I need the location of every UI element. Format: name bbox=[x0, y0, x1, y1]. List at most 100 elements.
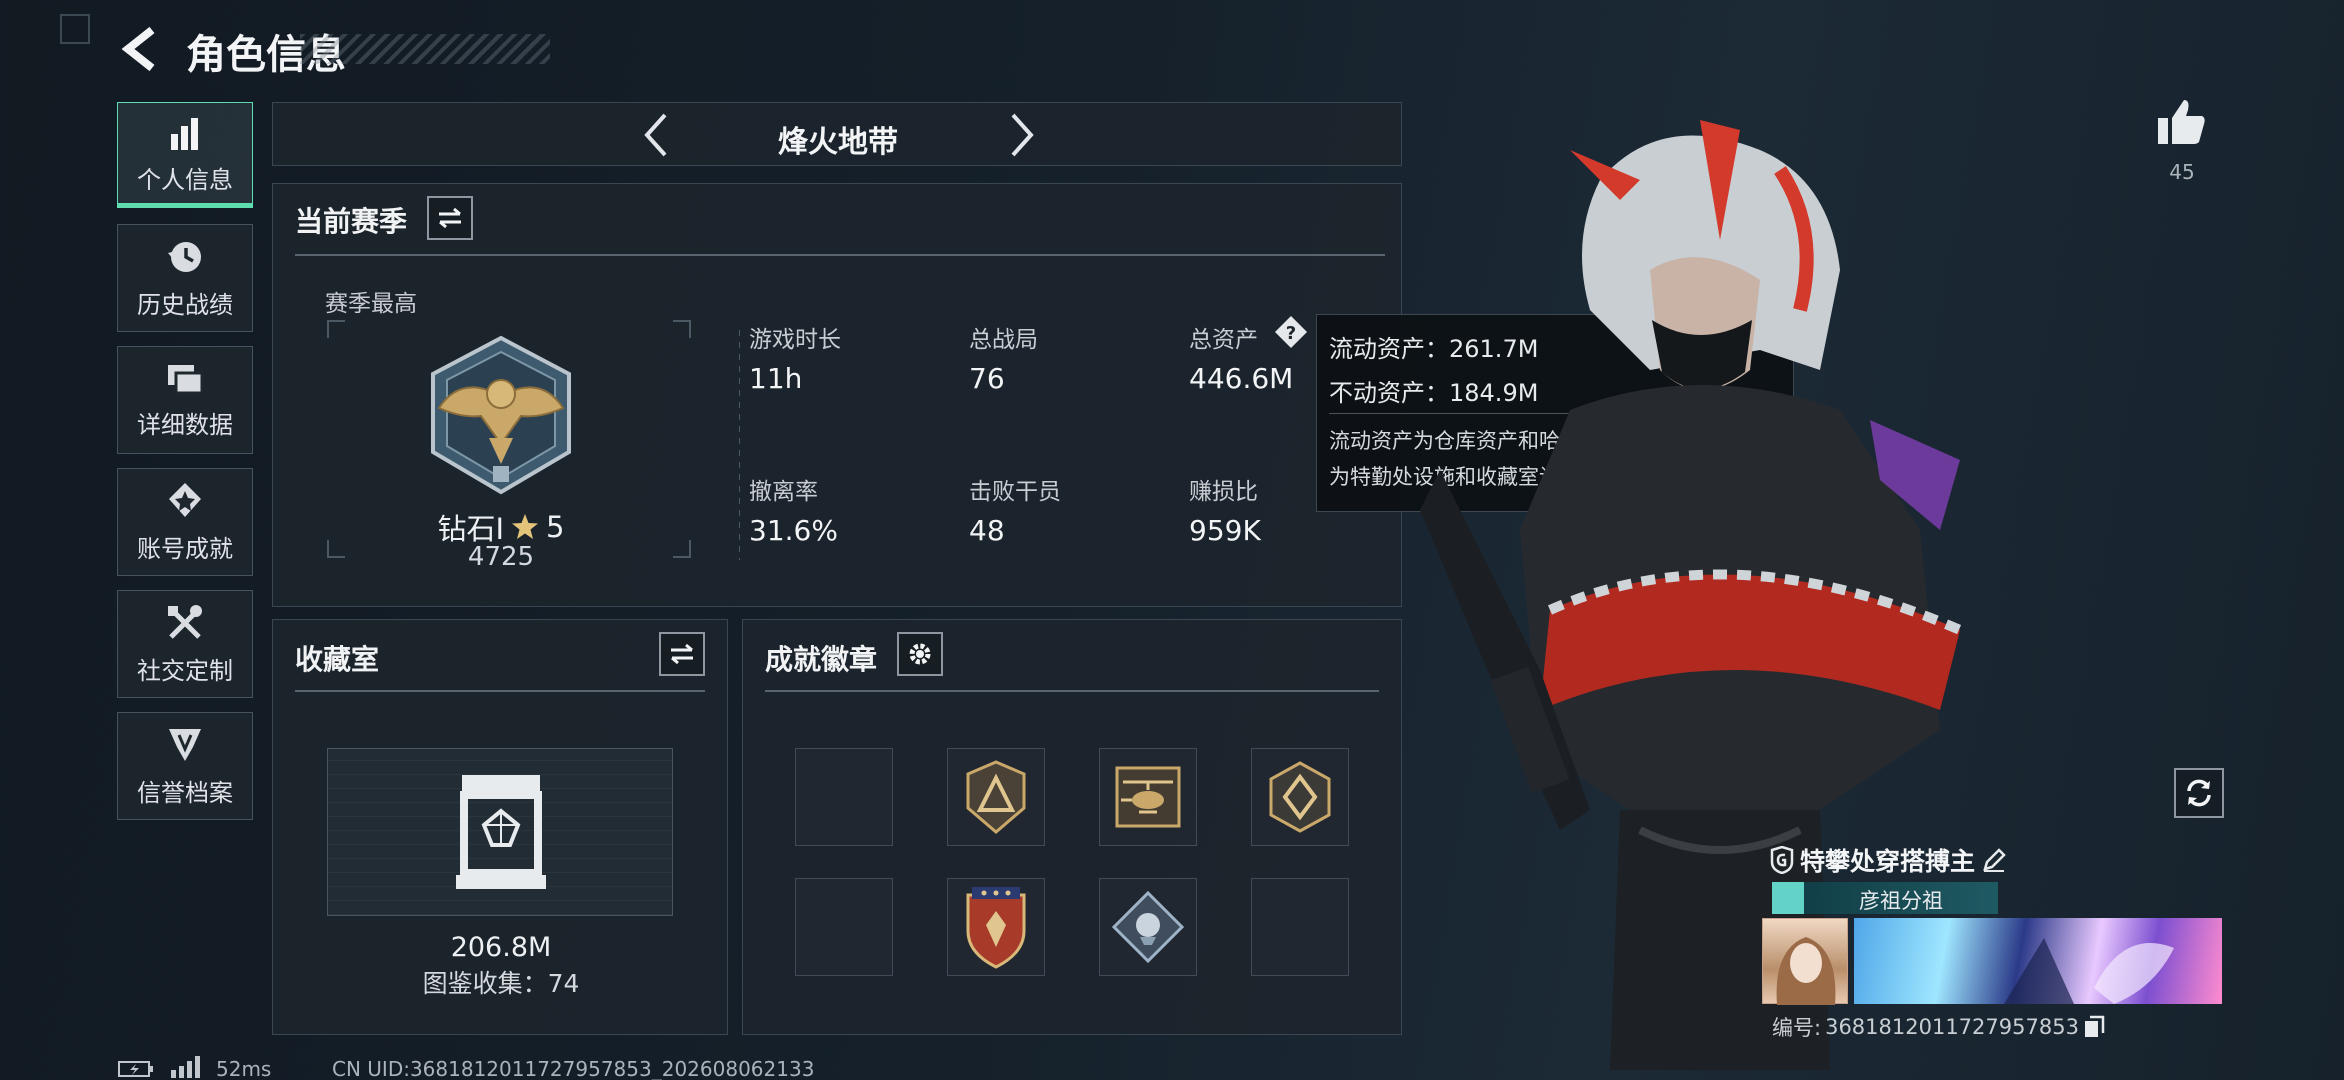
sidebar-item-label: 社交定制 bbox=[137, 656, 233, 685]
profile-title: 特攀处穿搭搏主 bbox=[1800, 847, 1976, 876]
svg-text:?: ? bbox=[1286, 323, 1296, 344]
sidebar-item-label: 信誉档案 bbox=[137, 778, 233, 807]
sidebar-item-label: 账号成就 bbox=[137, 534, 233, 563]
season-panel: 当前赛季 赛季最高 钻石Ⅰ 5 4725 游戏时长 11h 总战局 76 总资产 bbox=[272, 183, 1402, 607]
sidebar-item-label: 个人信息 bbox=[137, 165, 233, 194]
sidebar-item-history[interactable]: 历史战绩 bbox=[117, 224, 253, 332]
stat-value-operators-defeated: 48 bbox=[969, 514, 1005, 547]
sidebar-item-personal-info[interactable]: 个人信息 bbox=[117, 102, 253, 208]
stat-label-operators-defeated: 击败干员 bbox=[969, 479, 1061, 505]
frame-corner bbox=[673, 540, 691, 558]
edit-pencil-icon[interactable] bbox=[1981, 847, 2007, 873]
sidebar-item-reputation[interactable]: 信誉档案 bbox=[117, 712, 253, 820]
diamond-badge-icon bbox=[1112, 891, 1184, 963]
signal-icon bbox=[171, 1056, 200, 1078]
stat-value-profit-ratio: 959K bbox=[1189, 514, 1261, 547]
achievement-icon bbox=[169, 482, 201, 517]
profile-id-label: 编号: bbox=[1772, 1016, 1822, 1040]
hexagon-badge-icon bbox=[1269, 761, 1331, 833]
stats-divider bbox=[739, 330, 740, 560]
avatar-portrait bbox=[1776, 937, 1836, 1005]
mode-next-button[interactable] bbox=[997, 111, 1045, 159]
badges-settings-button[interactable] bbox=[897, 632, 943, 676]
badge-slot-empty[interactable] bbox=[1251, 878, 1349, 976]
triangle-badge-icon bbox=[966, 760, 1026, 834]
stat-value-playtime: 11h bbox=[749, 362, 803, 395]
stat-label-total-matches: 总战局 bbox=[969, 327, 1038, 353]
sidebar-item-social[interactable]: 社交定制 bbox=[117, 590, 253, 698]
tools-icon bbox=[168, 604, 202, 639]
season-switch-button[interactable] bbox=[427, 196, 473, 240]
ping-text: 52ms bbox=[216, 1057, 272, 1080]
corner-decoration bbox=[60, 14, 90, 44]
mode-selector: 烽火地带 bbox=[272, 102, 1402, 166]
gear-icon bbox=[909, 643, 931, 665]
season-best-label: 赛季最高 bbox=[325, 291, 417, 317]
title-badge-icon bbox=[1770, 846, 1794, 874]
sidebar-item-achievements[interactable]: 账号成就 bbox=[117, 468, 253, 576]
vault-icon bbox=[456, 775, 546, 889]
season-title: 当前赛季 bbox=[295, 205, 408, 238]
badge-slot[interactable] bbox=[1099, 878, 1197, 976]
refresh-icon bbox=[2187, 779, 2211, 807]
history-clock-icon bbox=[168, 241, 201, 272]
badge-slot[interactable] bbox=[1099, 748, 1197, 846]
badges-divider bbox=[765, 690, 1379, 692]
mode-title: 烽火地带 bbox=[778, 125, 898, 160]
uid-text: CN UID:3681812011727957853_202608062133 bbox=[332, 1057, 815, 1080]
collection-preview[interactable] bbox=[327, 748, 673, 916]
catalog-label: 图鉴收集： bbox=[422, 969, 548, 998]
help-question-icon: ? bbox=[1275, 316, 1307, 348]
profile-title-row: 特攀处穿搭搏主 bbox=[1770, 842, 2007, 878]
chevron-right-icon bbox=[1011, 113, 1034, 157]
badge-slot[interactable] bbox=[947, 748, 1045, 846]
badge-slot[interactable] bbox=[1251, 748, 1349, 846]
profile-id-value: 3681812011727957853 bbox=[1825, 1015, 2079, 1039]
banner-art bbox=[2004, 938, 2174, 1004]
profile-avatar[interactable] bbox=[1762, 918, 1848, 1005]
like-count: 45 bbox=[2169, 160, 2195, 184]
star-shield-badge-icon bbox=[966, 887, 1026, 969]
stat-value-total-assets: 446.6M bbox=[1189, 362, 1294, 395]
badge-slot-empty[interactable] bbox=[795, 878, 893, 976]
copy-icon[interactable] bbox=[2083, 1015, 2105, 1039]
data-cards-icon bbox=[168, 364, 204, 394]
stat-label-profit-ratio: 赚损比 bbox=[1189, 479, 1258, 505]
clan-emblem bbox=[1772, 882, 1804, 914]
title-hatch-decoration bbox=[300, 34, 550, 64]
badges-panel: 成就徽章 bbox=[742, 619, 1402, 1035]
frame-corner bbox=[327, 320, 345, 338]
stat-value-total-matches: 76 bbox=[969, 362, 1005, 395]
reputation-icon bbox=[169, 728, 201, 761]
stat-label-playtime: 游戏时长 bbox=[749, 327, 841, 353]
helicopter-badge-icon bbox=[1115, 766, 1181, 828]
badge-slot-empty[interactable] bbox=[795, 748, 893, 846]
back-button[interactable] bbox=[118, 24, 162, 74]
swap-arrows-icon bbox=[671, 643, 693, 665]
badge-slot[interactable] bbox=[947, 878, 1045, 976]
like-button[interactable] bbox=[2156, 96, 2208, 148]
rank-stars: 5 bbox=[546, 510, 565, 544]
season-divider bbox=[295, 254, 1385, 256]
rotate-view-button[interactable] bbox=[2174, 768, 2224, 818]
sidebar-item-detail-data[interactable]: 详细数据 bbox=[117, 346, 253, 454]
star-icon bbox=[512, 514, 539, 539]
profile-id-row: 编号: 3681812011727957853 bbox=[1772, 1012, 2105, 1042]
profile-banner[interactable] bbox=[1854, 918, 2222, 1004]
catalog-count: 74 bbox=[547, 969, 580, 998]
collection-panel: 收藏室 206.8M 图鉴收集：74 bbox=[272, 619, 728, 1035]
catalog-row: 图鉴收集：74 bbox=[273, 964, 729, 1000]
collection-divider bbox=[295, 690, 705, 692]
bar-chart-icon bbox=[171, 117, 198, 150]
badges-title: 成就徽章 bbox=[765, 643, 878, 676]
collection-value: 206.8M bbox=[450, 932, 552, 963]
collection-switch-button[interactable] bbox=[659, 632, 705, 676]
clan-bar[interactable]: 彦祖分祖 bbox=[1772, 882, 1998, 914]
sidebar-item-label: 详细数据 bbox=[137, 410, 233, 439]
stat-label-total-assets: 总资产 bbox=[1189, 327, 1258, 353]
stat-value-extraction-rate: 31.6% bbox=[749, 514, 838, 547]
stat-label-extraction-rate: 撤离率 bbox=[749, 479, 818, 505]
rank-score: 4725 bbox=[467, 542, 535, 572]
thumbs-up-icon bbox=[2158, 100, 2205, 144]
assets-help-button[interactable]: ? bbox=[1273, 314, 1309, 350]
